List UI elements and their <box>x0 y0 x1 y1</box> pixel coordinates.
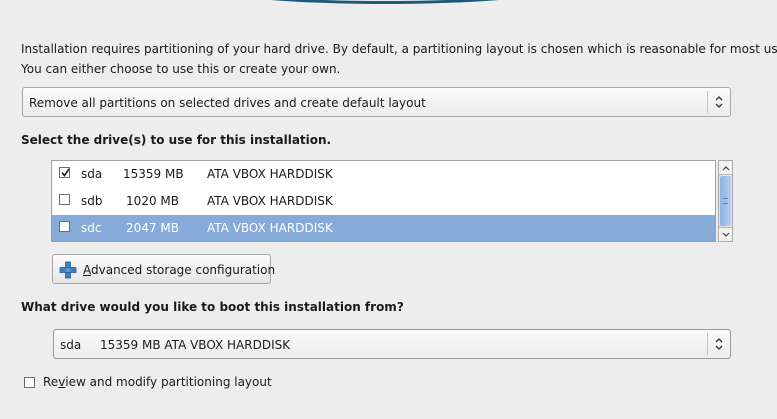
label-part: iew and modify partitioning layout <box>65 375 272 389</box>
grip-icon <box>723 198 728 204</box>
chevron-down-icon <box>722 232 729 237</box>
drive-model: ATA VBOX HARDDISK <box>207 221 333 235</box>
intro-line-1: Installation requires partitioning of yo… <box>21 42 777 56</box>
label-rest: dvanced storage configuration <box>91 263 276 277</box>
drive-checkbox-sdc[interactable] <box>59 221 70 232</box>
checkmark-icon <box>61 168 70 177</box>
banner-arc <box>150 0 620 4</box>
boot-drive-name: sda <box>60 338 82 352</box>
advanced-storage-label: Advanced storage configuration <box>83 255 275 285</box>
boot-drive-select[interactable]: sda 15359 MB ATA VBOX HARDDISK <box>53 329 731 359</box>
scroll-down-button[interactable] <box>719 227 732 241</box>
drive-row-sdc[interactable]: sdc 2047 MB ATA VBOX HARDDISK <box>52 215 715 241</box>
drive-size: 1020 MB <box>126 194 179 208</box>
drive-list[interactable]: sda 15359 MB ATA VBOX HARDDISK sdb 1020 … <box>51 160 716 242</box>
updown-arrows-icon <box>707 91 730 113</box>
partition-layout-select[interactable]: Remove all partitions on selected drives… <box>22 87 731 117</box>
drive-model: ATA VBOX HARDDISK <box>207 167 333 181</box>
drive-row-sdb[interactable]: sdb 1020 MB ATA VBOX HARDDISK <box>52 188 715 215</box>
mnemonic: A <box>83 263 91 277</box>
boot-drive-detail: 15359 MB ATA VBOX HARDDISK <box>100 338 291 352</box>
drive-checkbox-sdb[interactable] <box>59 194 70 205</box>
drive-model: ATA VBOX HARDDISK <box>207 194 333 208</box>
drive-name: sdb <box>81 194 103 208</box>
chevron-up-icon <box>722 165 729 170</box>
top-banner <box>0 0 777 8</box>
scroll-thumb[interactable] <box>720 176 731 226</box>
partition-layout-value: Remove all partitions on selected drives… <box>29 96 426 110</box>
boot-section-label: What drive would you like to boot this i… <box>21 300 404 314</box>
add-icon <box>59 261 77 279</box>
review-partitioning-label: Review and modify partitioning layout <box>43 374 272 390</box>
intro-text: Installation requires partitioning of yo… <box>21 39 777 79</box>
drive-name: sda <box>81 167 103 181</box>
drive-name: sdc <box>81 221 102 235</box>
intro-line-2: You can either choose to use this or cre… <box>21 62 341 76</box>
review-partitioning-checkbox[interactable] <box>24 377 35 388</box>
updown-arrows-icon <box>707 333 730 355</box>
label-part: Re <box>43 375 59 389</box>
advanced-storage-button[interactable]: Advanced storage configuration <box>52 254 275 284</box>
drives-section-label: Select the drive(s) to use for this inst… <box>21 133 332 147</box>
boot-drive-value: sda 15359 MB ATA VBOX HARDDISK <box>60 330 290 360</box>
drive-row-sda[interactable]: sda 15359 MB ATA VBOX HARDDISK <box>52 161 715 188</box>
drive-checkbox-sda[interactable] <box>59 167 70 178</box>
scroll-up-button[interactable] <box>719 161 732 175</box>
drive-size: 15359 MB <box>123 167 184 181</box>
drive-size: 2047 MB <box>126 221 179 235</box>
drive-list-scrollbar[interactable] <box>718 160 733 242</box>
